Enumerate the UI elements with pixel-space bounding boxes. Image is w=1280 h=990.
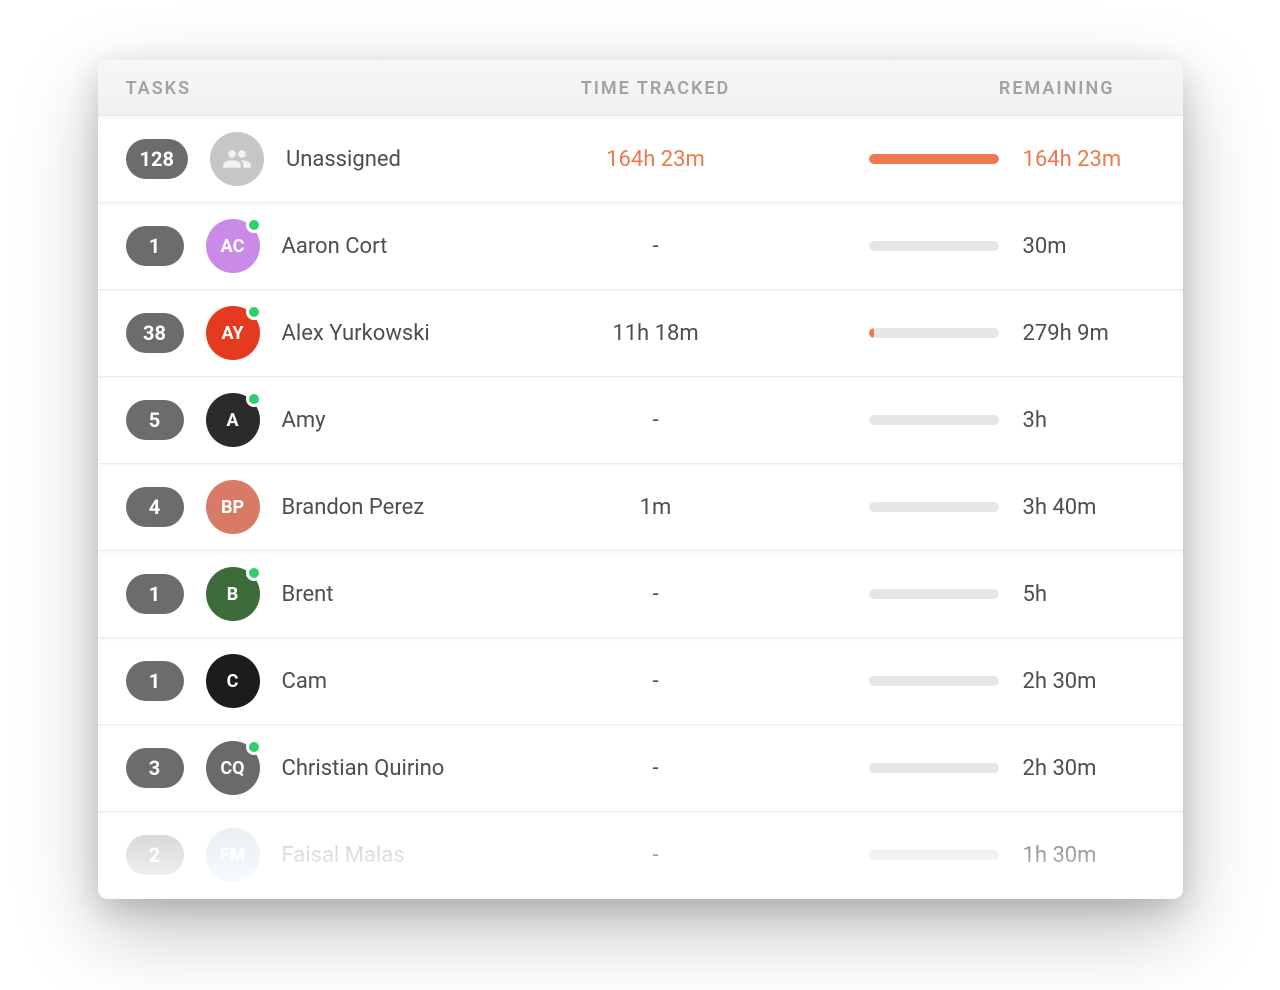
tasks-cell: 2 FM Faisal Malas [126, 828, 506, 882]
time-tracked-value: 1m [506, 495, 806, 520]
assignee-name: Christian Quirino [282, 756, 445, 781]
task-count-badge: 1 [126, 574, 184, 614]
column-header-time-tracked[interactable]: TIME TRACKED [506, 78, 806, 99]
presence-indicator [246, 217, 262, 233]
assignee-name: Cam [282, 669, 328, 694]
column-header-tasks[interactable]: TASKS [126, 78, 506, 99]
avatar[interactable]: BP [206, 480, 260, 534]
tasks-cell: 1C Cam [126, 654, 506, 708]
remaining-value: 164h 23m [1023, 147, 1143, 172]
time-tracked-value: 164h 23m [506, 147, 806, 172]
avatar-initials: FM [206, 828, 260, 882]
avatar[interactable]: CQ [206, 741, 260, 795]
progress-bar [869, 328, 999, 338]
avatar-initials: BP [206, 480, 260, 534]
time-tracked-value: - [506, 756, 806, 781]
remaining-value: 2h 30m [1023, 669, 1143, 694]
remaining-cell: 30m [806, 234, 1155, 259]
progress-bar [869, 502, 999, 512]
table-row[interactable]: 3 CQ Christian Quirino - 2h 30m [98, 725, 1183, 812]
remaining-cell: 1h 30m [806, 843, 1155, 868]
avatar[interactable]: AC [206, 219, 260, 273]
time-tracked-value: 11h 18m [506, 321, 806, 346]
assignee-name: Faisal Malas [282, 843, 405, 868]
remaining-value: 5h [1023, 582, 1143, 607]
remaining-cell: 164h 23m [806, 147, 1155, 172]
remaining-value: 30m [1023, 234, 1143, 259]
task-count-badge: 38 [126, 313, 184, 353]
progress-bar [869, 241, 999, 251]
avatar[interactable] [210, 132, 264, 186]
table-row[interactable]: 128 Unassigned 164h 23m 164h 23m [98, 116, 1183, 203]
presence-indicator [246, 565, 262, 581]
task-count-badge: 5 [126, 400, 184, 440]
avatar-initials: C [206, 654, 260, 708]
table-row[interactable]: 38 AY Alex Yurkowski 11h 18m 279h 9m [98, 290, 1183, 377]
progress-bar [869, 676, 999, 686]
presence-indicator [246, 391, 262, 407]
remaining-value: 2h 30m [1023, 756, 1143, 781]
table-row[interactable]: 1 AC Aaron Cort - 30m [98, 203, 1183, 290]
task-count-badge: 2 [126, 835, 184, 875]
avatar[interactable]: AY [206, 306, 260, 360]
assignee-name: Aaron Cort [282, 234, 388, 259]
table-row[interactable]: 5A Amy - 3h [98, 377, 1183, 464]
workload-card: TASKS TIME TRACKED REMAINING 128 Unassign… [98, 60, 1183, 899]
presence-indicator [246, 739, 262, 755]
tasks-cell: 1B Brent [126, 567, 506, 621]
table-header: TASKS TIME TRACKED REMAINING [98, 60, 1183, 116]
progress-bar [869, 415, 999, 425]
assignee-name: Brent [282, 582, 334, 607]
remaining-value: 279h 9m [1023, 321, 1143, 346]
tasks-cell: 38 AY Alex Yurkowski [126, 306, 506, 360]
table-row[interactable]: 1C Cam - 2h 30m [98, 638, 1183, 725]
remaining-value: 3h [1023, 408, 1143, 433]
time-tracked-value: - [506, 669, 806, 694]
remaining-cell: 5h [806, 582, 1155, 607]
assignee-name: Alex Yurkowski [282, 321, 430, 346]
task-count-badge: 4 [126, 487, 184, 527]
remaining-cell: 3h [806, 408, 1155, 433]
task-count-badge: 1 [126, 226, 184, 266]
remaining-cell: 279h 9m [806, 321, 1155, 346]
progress-bar [869, 763, 999, 773]
tasks-cell: 128 Unassigned [126, 132, 506, 186]
task-count-badge: 1 [126, 661, 184, 701]
table-row[interactable]: 1B Brent - 5h [98, 551, 1183, 638]
avatar[interactable]: FM [206, 828, 260, 882]
assignee-name: Brandon Perez [282, 495, 425, 520]
task-count-badge: 3 [126, 748, 184, 788]
progress-bar [869, 850, 999, 860]
tasks-cell: 3 CQ Christian Quirino [126, 741, 506, 795]
table-body: 128Unassigned164h 23m164h 23m1ACAaron Co… [98, 116, 1183, 899]
column-header-remaining[interactable]: REMAINING [806, 78, 1155, 99]
progress-bar [869, 154, 999, 164]
avatar[interactable]: C [206, 654, 260, 708]
avatar[interactable]: B [206, 567, 260, 621]
presence-indicator [246, 304, 262, 320]
table-row[interactable]: 2 FM Faisal Malas - 1h 30m [98, 812, 1183, 899]
remaining-value: 3h 40m [1023, 495, 1143, 520]
remaining-cell: 3h 40m [806, 495, 1155, 520]
tasks-cell: 1 AC Aaron Cort [126, 219, 506, 273]
remaining-value: 1h 30m [1023, 843, 1143, 868]
assignee-name: Amy [282, 408, 326, 433]
time-tracked-value: - [506, 234, 806, 259]
remaining-cell: 2h 30m [806, 756, 1155, 781]
tasks-cell: 5A Amy [126, 393, 506, 447]
table-row[interactable]: 4 BP Brandon Perez 1m 3h 40m [98, 464, 1183, 551]
assignee-name: Unassigned [286, 147, 401, 172]
time-tracked-value: - [506, 843, 806, 868]
group-icon [222, 144, 252, 174]
progress-bar [869, 589, 999, 599]
tasks-cell: 4 BP Brandon Perez [126, 480, 506, 534]
remaining-cell: 2h 30m [806, 669, 1155, 694]
time-tracked-value: - [506, 408, 806, 433]
avatar[interactable]: A [206, 393, 260, 447]
time-tracked-value: - [506, 582, 806, 607]
task-count-badge: 128 [126, 139, 188, 179]
